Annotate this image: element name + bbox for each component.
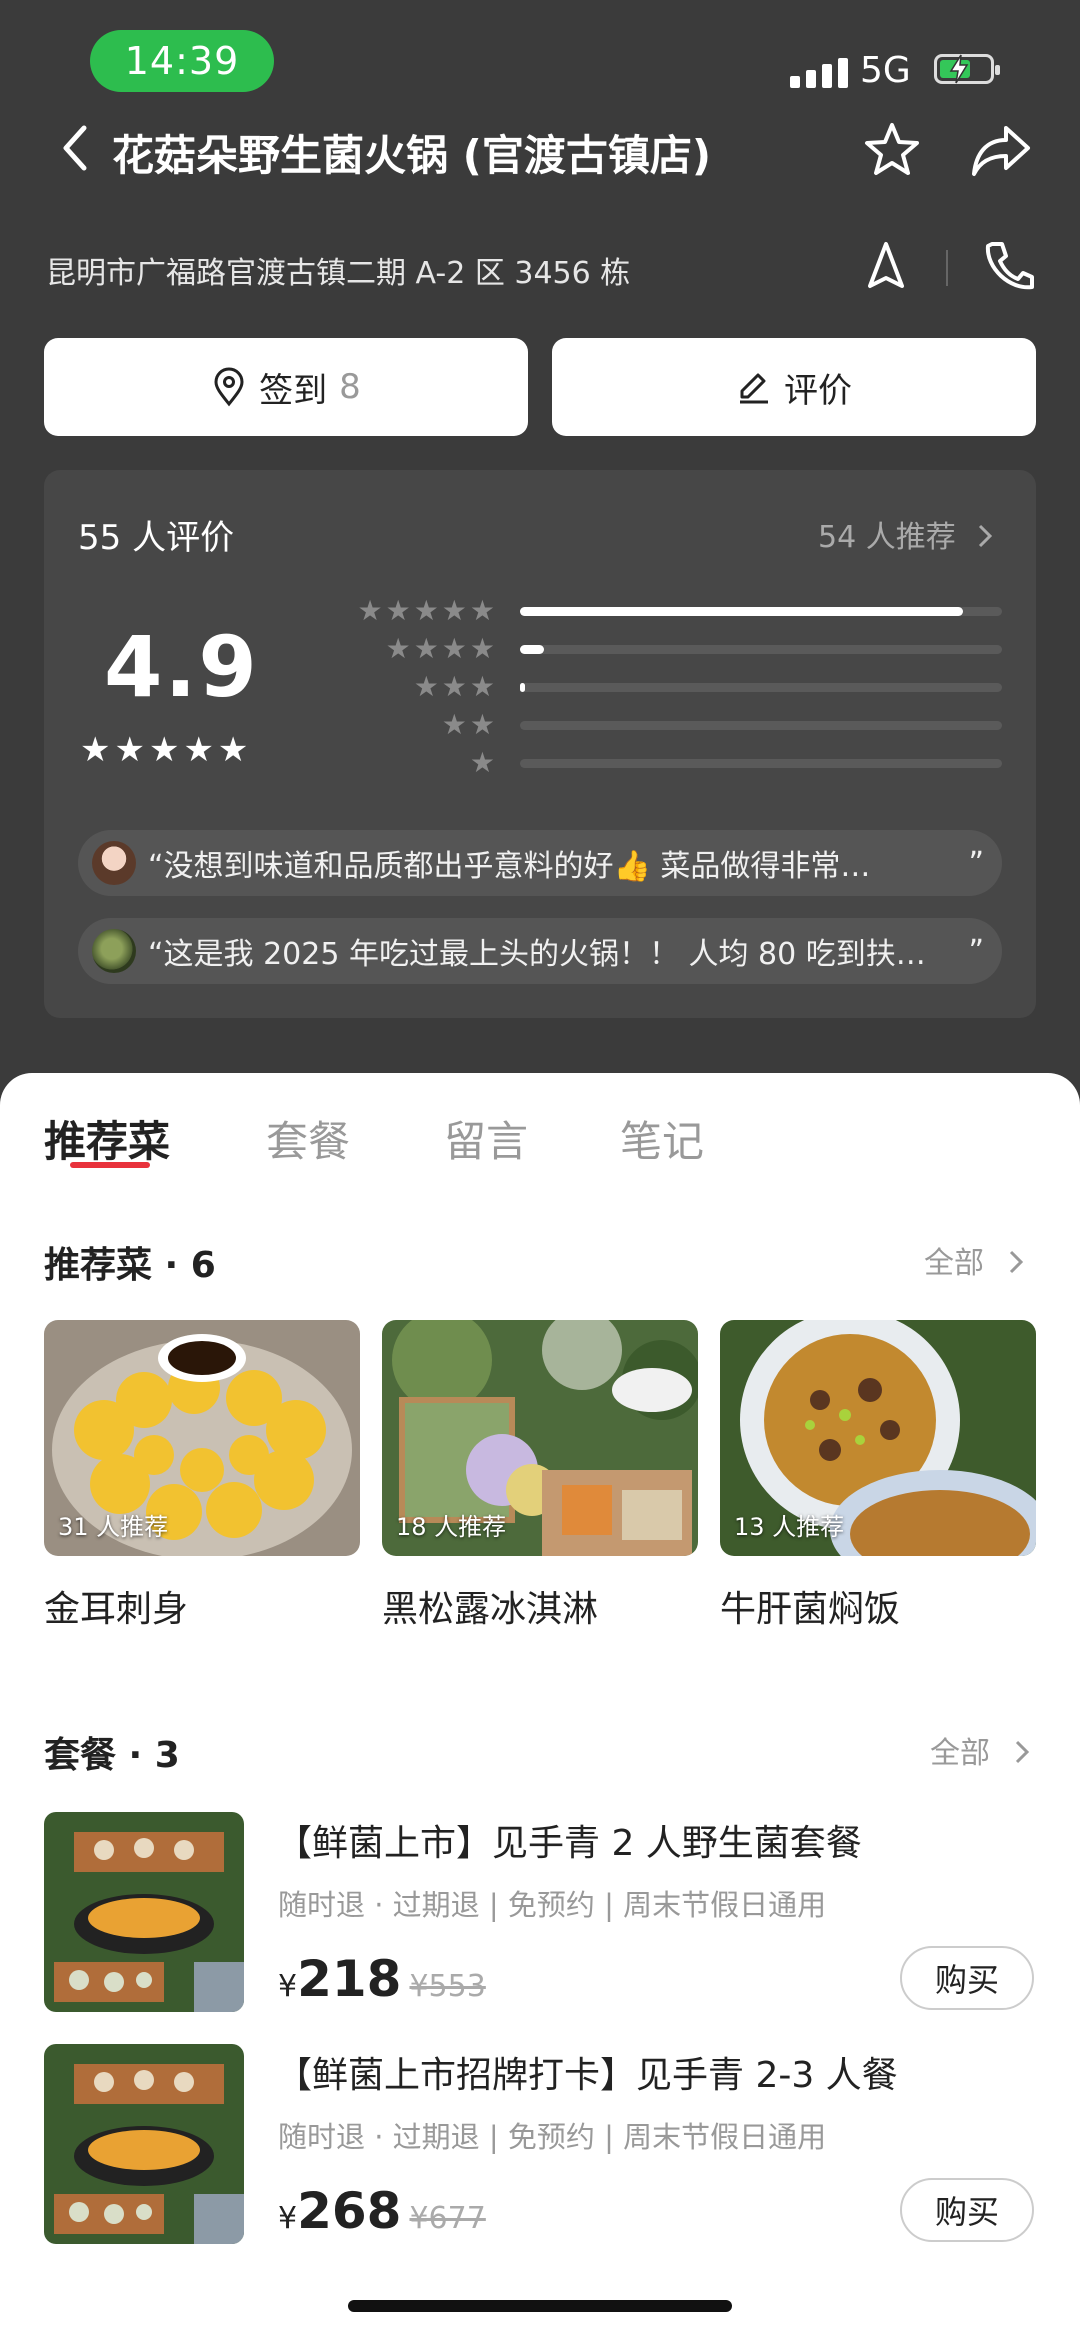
dish-image[interactable]: 18 人推荐: [382, 1320, 698, 1556]
set-title[interactable]: 【鲜菌上市招牌打卡】见手青 2-3 人餐: [276, 2046, 898, 2098]
checkin-label: 签到: [259, 370, 328, 411]
dish-name[interactable]: 黑松露冰淇淋: [382, 1580, 598, 1632]
dishes-section-title: 推荐菜 · 6: [44, 1245, 216, 1286]
buy-button[interactable]: 购买: [900, 1946, 1034, 2010]
review-button[interactable]: 评价: [552, 338, 1036, 436]
rating-bar-fill: [520, 607, 964, 616]
chevron-right-icon: [979, 524, 993, 548]
set-tags: 随时退 · 过期退 | 免预约 | 周末节假日通用: [278, 2120, 827, 2154]
home-indicator[interactable]: [348, 2300, 732, 2312]
review-quote[interactable]: “这是我 2025 年吃过最上头的火锅！！ 人均 80 吃到扶… ”: [78, 918, 1002, 984]
battery-icon: [934, 54, 1000, 84]
avatar: [92, 929, 136, 973]
star-level-1: ★: [469, 746, 498, 779]
star-level-2: ★★: [441, 708, 498, 741]
chevron-right-icon: [1015, 1740, 1029, 1764]
quote-end: ”: [968, 933, 984, 969]
currency-symbol: ¥: [278, 1969, 298, 2004]
checkin-button[interactable]: 签到 8: [44, 338, 528, 436]
set-image[interactable]: [44, 2044, 244, 2244]
review-quote-text: “这是我 2025 年吃过最上头的火锅！！ 人均 80 吃到扶…: [148, 937, 926, 972]
dish-name[interactable]: 牛肝菌焖饭: [720, 1580, 900, 1632]
recommend-link-label: 54 人推荐: [818, 520, 956, 555]
review-quote[interactable]: “没想到味道和品质都出乎意料的好👍 菜品做得非常… ”: [78, 830, 1002, 896]
see-all-label: 全部: [930, 1736, 990, 1771]
chevron-right-icon: [1009, 1250, 1023, 1274]
current-price: 268: [297, 2182, 402, 2240]
rating-bar-5: [520, 607, 1002, 616]
tab-sets[interactable]: 套餐: [266, 1108, 350, 1169]
dish-image[interactable]: 13 人推荐: [720, 1320, 1036, 1556]
tab-comments[interactable]: 留言: [444, 1108, 528, 1169]
avatar: [92, 841, 136, 885]
star-level-5: ★★★★★: [357, 594, 498, 627]
phone-icon[interactable]: [980, 238, 1036, 298]
reviews-count: 55 人评价: [78, 518, 235, 558]
dish-name[interactable]: 金耳刺身: [44, 1580, 188, 1632]
set-title[interactable]: 【鲜菌上市】见手青 2 人野生菌套餐: [276, 1814, 862, 1866]
recommend-link[interactable]: 54 人推荐: [818, 512, 995, 556]
tab-recommended[interactable]: 推荐菜: [44, 1108, 170, 1169]
rating-bar-2: [520, 721, 1002, 730]
sets-see-all[interactable]: 全部: [930, 1728, 1032, 1772]
network-label: 5G: [860, 50, 911, 91]
set-image[interactable]: [44, 1812, 244, 2012]
tab-notes[interactable]: 笔记: [620, 1108, 704, 1169]
rating-bar-4: [520, 645, 1002, 654]
dish-image[interactable]: 31 人推荐: [44, 1320, 360, 1556]
see-all-label: 全部: [924, 1246, 984, 1281]
star-level-3: ★★★: [413, 670, 498, 703]
dishes-see-all[interactable]: 全部: [924, 1238, 1026, 1282]
review-label: 评价: [784, 370, 852, 411]
tab-underline: [70, 1162, 150, 1168]
current-price: 218: [297, 1950, 402, 2008]
sets-section-title: 套餐 · 3: [44, 1735, 180, 1776]
rating-stars: ★★★★★: [80, 730, 253, 770]
dish-recommend-count: 31 人推荐: [58, 1513, 169, 1541]
divider: [946, 250, 948, 286]
status-time: 14:39: [90, 30, 274, 92]
star-level-4: ★★★★: [385, 632, 498, 665]
original-price: ¥677: [409, 2201, 486, 2236]
set-price: ¥218 ¥553: [278, 1950, 486, 2008]
share-icon[interactable]: [970, 120, 1034, 184]
signal-icon: [790, 58, 848, 88]
dish-recommend-count: 18 人推荐: [396, 1513, 507, 1541]
set-price: ¥268 ¥677: [278, 2182, 486, 2240]
checkin-count: 8: [339, 367, 361, 407]
page-title: 花菇朵野生菌火锅 (官渡古镇店): [112, 131, 712, 180]
rating-bar-1: [520, 759, 1002, 768]
address-text[interactable]: 昆明市广福路官渡古镇二期 A-2 区 3456 栋: [46, 248, 630, 292]
review-quote-text: “没想到味道和品质都出乎意料的好👍 菜品做得非常…: [148, 849, 871, 884]
dish-recommend-count: 13 人推荐: [734, 1513, 845, 1541]
star-icon[interactable]: [862, 120, 922, 184]
navigate-icon[interactable]: [866, 240, 906, 296]
quote-end: ”: [968, 845, 984, 881]
original-price: ¥553: [409, 1969, 486, 2004]
rating-bar-fill: [520, 683, 525, 692]
rating-bar-fill: [520, 645, 545, 654]
buy-button[interactable]: 购买: [900, 2178, 1034, 2242]
edit-icon: [740, 373, 768, 404]
currency-symbol: ¥: [278, 2201, 298, 2236]
location-pin-icon: [214, 367, 244, 407]
rating-bar-3: [520, 683, 1002, 692]
rating-score: 4.9: [104, 618, 259, 716]
back-icon[interactable]: [56, 120, 96, 180]
set-tags: 随时退 · 过期退 | 免预约 | 周末节假日通用: [278, 1888, 827, 1922]
